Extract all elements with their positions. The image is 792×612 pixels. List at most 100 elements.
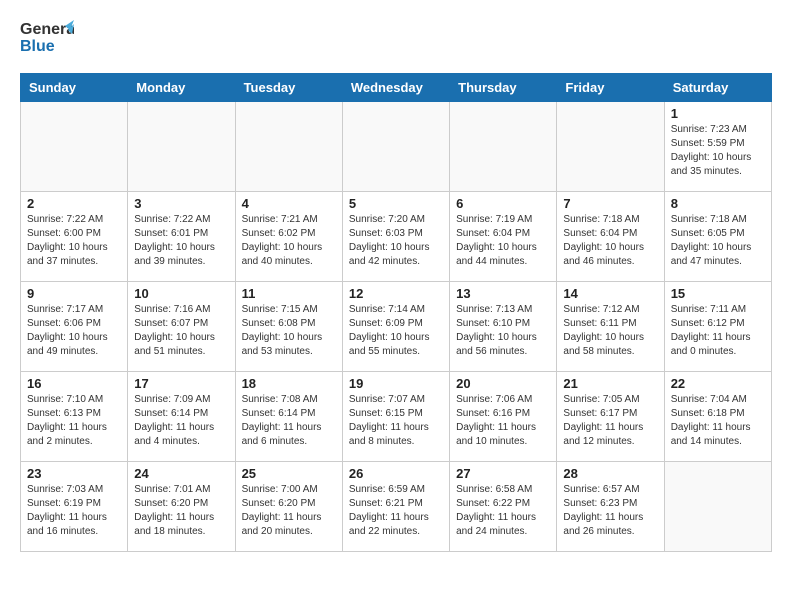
day-cell: 9 Sunrise: 7:17 AM Sunset: 6:06 PM Daylig…: [21, 282, 128, 372]
day-info: Sunrise: 7:18 AM Sunset: 6:05 PM Dayligh…: [671, 213, 765, 269]
day-info: Sunrise: 7:19 AM Sunset: 6:04 PM Dayligh…: [456, 213, 550, 269]
week-row-2: 2 Sunrise: 7:22 AM Sunset: 6:00 PM Daylig…: [21, 192, 772, 282]
day-info: Sunrise: 7:05 AM Sunset: 6:17 PM Dayligh…: [563, 393, 657, 449]
day-cell: 5 Sunrise: 7:20 AM Sunset: 6:03 PM Daylig…: [342, 192, 449, 282]
day-cell: 14 Sunrise: 7:12 AM Sunset: 6:11 PM Dayli…: [557, 282, 664, 372]
day-info: Sunrise: 7:17 AM Sunset: 6:06 PM Dayligh…: [27, 303, 121, 359]
day-number: 26: [349, 466, 443, 481]
week-row-5: 23 Sunrise: 7:03 AM Sunset: 6:19 PM Dayli…: [21, 462, 772, 552]
header: General Blue: [20, 16, 772, 63]
weekday-header-thursday: Thursday: [450, 74, 557, 102]
calendar-table: SundayMondayTuesdayWednesdayThursdayFrid…: [20, 73, 772, 552]
day-cell: [664, 462, 771, 552]
day-cell: 8 Sunrise: 7:18 AM Sunset: 6:05 PM Daylig…: [664, 192, 771, 282]
day-info: Sunrise: 7:00 AM Sunset: 6:20 PM Dayligh…: [242, 483, 336, 539]
day-number: 22: [671, 376, 765, 391]
day-number: 4: [242, 196, 336, 211]
day-cell: [21, 102, 128, 192]
day-cell: 1 Sunrise: 7:23 AM Sunset: 5:59 PM Daylig…: [664, 102, 771, 192]
day-info: Sunrise: 7:21 AM Sunset: 6:02 PM Dayligh…: [242, 213, 336, 269]
day-cell: 13 Sunrise: 7:13 AM Sunset: 6:10 PM Dayli…: [450, 282, 557, 372]
day-info: Sunrise: 6:58 AM Sunset: 6:22 PM Dayligh…: [456, 483, 550, 539]
day-info: Sunrise: 7:10 AM Sunset: 6:13 PM Dayligh…: [27, 393, 121, 449]
day-info: Sunrise: 7:23 AM Sunset: 5:59 PM Dayligh…: [671, 123, 765, 179]
day-info: Sunrise: 7:13 AM Sunset: 6:10 PM Dayligh…: [456, 303, 550, 359]
page: General Blue SundayMondayTuesdayWednesda…: [0, 0, 792, 568]
day-number: 16: [27, 376, 121, 391]
day-cell: 11 Sunrise: 7:15 AM Sunset: 6:08 PM Dayli…: [235, 282, 342, 372]
day-number: 13: [456, 286, 550, 301]
day-number: 17: [134, 376, 228, 391]
week-row-1: 1 Sunrise: 7:23 AM Sunset: 5:59 PM Daylig…: [21, 102, 772, 192]
day-number: 1: [671, 106, 765, 121]
day-cell: [235, 102, 342, 192]
day-info: Sunrise: 7:22 AM Sunset: 6:00 PM Dayligh…: [27, 213, 121, 269]
day-info: Sunrise: 6:59 AM Sunset: 6:21 PM Dayligh…: [349, 483, 443, 539]
day-cell: 17 Sunrise: 7:09 AM Sunset: 6:14 PM Dayli…: [128, 372, 235, 462]
weekday-header-row: SundayMondayTuesdayWednesdayThursdayFrid…: [21, 74, 772, 102]
day-number: 11: [242, 286, 336, 301]
day-number: 7: [563, 196, 657, 211]
day-cell: [128, 102, 235, 192]
day-cell: 12Sunrise: 7:14 AM Sunset: 6:09 PM Dayli…: [342, 282, 449, 372]
weekday-header-friday: Friday: [557, 74, 664, 102]
day-number: 8: [671, 196, 765, 211]
day-info: Sunrise: 7:12 AM Sunset: 6:11 PM Dayligh…: [563, 303, 657, 359]
day-info: Sunrise: 7:04 AM Sunset: 6:18 PM Dayligh…: [671, 393, 765, 449]
day-info: Sunrise: 7:07 AM Sunset: 6:15 PM Dayligh…: [349, 393, 443, 449]
day-number: 25: [242, 466, 336, 481]
day-info: Sunrise: 7:20 AM Sunset: 6:03 PM Dayligh…: [349, 213, 443, 269]
day-cell: 16 Sunrise: 7:10 AM Sunset: 6:13 PM Dayli…: [21, 372, 128, 462]
day-number: 23: [27, 466, 121, 481]
day-cell: 10Sunrise: 7:16 AM Sunset: 6:07 PM Dayli…: [128, 282, 235, 372]
day-number: 18: [242, 376, 336, 391]
day-cell: 28 Sunrise: 6:57 AM Sunset: 6:23 PM Dayli…: [557, 462, 664, 552]
day-cell: 2 Sunrise: 7:22 AM Sunset: 6:00 PM Daylig…: [21, 192, 128, 282]
day-cell: 21Sunrise: 7:05 AM Sunset: 6:17 PM Dayli…: [557, 372, 664, 462]
day-cell: 20 Sunrise: 7:06 AM Sunset: 6:16 PM Dayli…: [450, 372, 557, 462]
day-number: 19: [349, 376, 443, 391]
day-number: 6: [456, 196, 550, 211]
weekday-header-sunday: Sunday: [21, 74, 128, 102]
day-cell: 22 Sunrise: 7:04 AM Sunset: 6:18 PM Dayli…: [664, 372, 771, 462]
week-row-4: 16 Sunrise: 7:10 AM Sunset: 6:13 PM Dayli…: [21, 372, 772, 462]
day-cell: 23 Sunrise: 7:03 AM Sunset: 6:19 PM Dayli…: [21, 462, 128, 552]
day-info: Sunrise: 7:06 AM Sunset: 6:16 PM Dayligh…: [456, 393, 550, 449]
day-cell: [557, 102, 664, 192]
day-info: Sunrise: 7:11 AM Sunset: 6:12 PM Dayligh…: [671, 303, 765, 359]
day-info: Sunrise: 7:03 AM Sunset: 6:19 PM Dayligh…: [27, 483, 121, 539]
day-cell: 19 Sunrise: 7:07 AM Sunset: 6:15 PM Dayli…: [342, 372, 449, 462]
day-cell: 26 Sunrise: 6:59 AM Sunset: 6:21 PM Dayli…: [342, 462, 449, 552]
day-info: Sunrise: 7:15 AM Sunset: 6:08 PM Dayligh…: [242, 303, 336, 359]
week-row-3: 9 Sunrise: 7:17 AM Sunset: 6:06 PM Daylig…: [21, 282, 772, 372]
day-number: 27: [456, 466, 550, 481]
day-cell: 3 Sunrise: 7:22 AM Sunset: 6:01 PM Daylig…: [128, 192, 235, 282]
day-number: 20: [456, 376, 550, 391]
weekday-header-tuesday: Tuesday: [235, 74, 342, 102]
day-number: 2: [27, 196, 121, 211]
day-number: 28: [563, 466, 657, 481]
weekday-header-wednesday: Wednesday: [342, 74, 449, 102]
day-number: 3: [134, 196, 228, 211]
day-cell: 24 Sunrise: 7:01 AM Sunset: 6:20 PM Dayli…: [128, 462, 235, 552]
day-cell: 15 Sunrise: 7:11 AM Sunset: 6:12 PM Dayli…: [664, 282, 771, 372]
day-info: Sunrise: 6:57 AM Sunset: 6:23 PM Dayligh…: [563, 483, 657, 539]
day-number: 9: [27, 286, 121, 301]
weekday-header-monday: Monday: [128, 74, 235, 102]
day-number: 5: [349, 196, 443, 211]
svg-text:Blue: Blue: [20, 38, 55, 55]
svg-text:General: General: [20, 21, 74, 38]
day-info: Sunrise: 7:08 AM Sunset: 6:14 PM Dayligh…: [242, 393, 336, 449]
day-info: Sunrise: 7:22 AM Sunset: 6:01 PM Dayligh…: [134, 213, 228, 269]
day-number: 10: [134, 286, 228, 301]
logo-icon: General Blue: [20, 16, 74, 58]
day-cell: 6 Sunrise: 7:19 AM Sunset: 6:04 PM Daylig…: [450, 192, 557, 282]
day-info: Sunrise: 7:18 AM Sunset: 6:04 PM Dayligh…: [563, 213, 657, 269]
day-number: 24: [134, 466, 228, 481]
day-number: 14: [563, 286, 657, 301]
day-number: 15: [671, 286, 765, 301]
day-info: Sunrise: 7:09 AM Sunset: 6:14 PM Dayligh…: [134, 393, 228, 449]
day-cell: [342, 102, 449, 192]
day-info: Sunrise: 7:01 AM Sunset: 6:20 PM Dayligh…: [134, 483, 228, 539]
weekday-header-saturday: Saturday: [664, 74, 771, 102]
